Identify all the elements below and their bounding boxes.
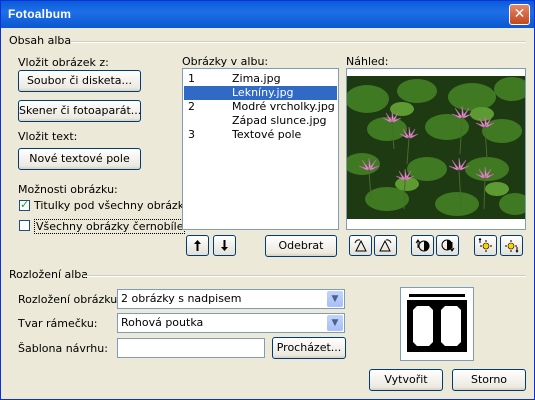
list-item[interactable]: 1 Zima.jpg — [184, 72, 337, 86]
picture-options-label: Možnosti obrázku: — [18, 183, 118, 196]
layout-preview-image — [407, 294, 467, 352]
list-item[interactable]: Západ slunce.jpg — [184, 114, 337, 128]
list-item[interactable]: 3 Textové pole — [184, 128, 337, 142]
album-layout-group-label: Rozložení alba — [9, 268, 89, 281]
album-layout-separator — [83, 275, 526, 277]
list-item-name: Textové pole — [232, 128, 302, 141]
file-disk-button[interactable]: Soubor či disketa... — [18, 70, 141, 92]
captions-checkbox[interactable] — [19, 198, 30, 211]
preview-image — [344, 69, 531, 229]
captions-checkbox-label[interactable]: Titulky pod všechny obrázky — [34, 199, 190, 212]
rotate-right-icon[interactable] — [374, 235, 397, 256]
create-button[interactable]: Vytvořit — [369, 369, 443, 391]
scanner-camera-button[interactable]: Skener či fotoaparát... — [18, 100, 141, 122]
design-template-input[interactable] — [117, 338, 265, 358]
cancel-button[interactable]: Storno — [452, 369, 526, 391]
close-icon[interactable]: ✕ — [509, 4, 530, 25]
blackwhite-checkbox[interactable] — [19, 220, 30, 231]
preview-label: Náhled: — [346, 55, 389, 68]
title-bar[interactable]: Fotoalbum ✕ — [1, 1, 534, 28]
brightness-up-icon[interactable] — [474, 235, 497, 256]
frame-shape-label: Tvar rámečku: — [18, 317, 98, 330]
picture-layout-label: Rozložení obrázku: — [18, 293, 121, 306]
design-template-label: Šablona návrhu: — [18, 342, 108, 355]
list-item-number: 1 — [188, 72, 195, 85]
album-content-group-label: Obsah alba — [9, 34, 72, 47]
contrast-up-icon[interactable] — [411, 235, 434, 256]
picture-layout-value: 2 obrázky s nadpisem — [121, 292, 242, 305]
frame-shape-value: Rohová poutka — [121, 316, 204, 329]
arrow-up-icon[interactable] — [186, 235, 209, 256]
picture-layout-select[interactable]: 2 obrázky s nadpisem ▼ — [117, 289, 345, 309]
chevron-down-icon[interactable]: ▼ — [327, 291, 343, 307]
frame-shape-select[interactable]: Rohová poutka ▼ — [117, 313, 345, 333]
browse-button[interactable]: Procházet... — [272, 337, 346, 359]
chevron-down-icon[interactable]: ▼ — [327, 315, 343, 331]
pictures-in-album-label: Obrázky v albu: — [182, 55, 269, 68]
list-item-name: Modré vrcholky.jpg — [232, 100, 335, 113]
photo-album-dialog: Fotoalbum ✕ Obsah alba Vložit obrázek z:… — [0, 0, 535, 400]
list-item[interactable]: 2 Modré vrcholky.jpg — [184, 100, 337, 114]
remove-button[interactable]: Odebrat — [265, 235, 337, 257]
contrast-down-icon[interactable] — [436, 235, 459, 256]
list-item-number: 2 — [188, 100, 195, 113]
arrow-down-icon[interactable] — [213, 235, 236, 256]
list-item-name: Západ slunce.jpg — [232, 114, 327, 127]
window-title: Fotoalbum — [8, 7, 72, 21]
album-content-separator — [71, 41, 526, 43]
layout-preview — [400, 287, 474, 361]
new-textbox-button[interactable]: Nové textové pole — [18, 148, 141, 170]
list-item-name: Lekníny.jpg — [232, 86, 294, 99]
list-item-name: Zima.jpg — [232, 72, 281, 85]
insert-picture-label: Vložit obrázek z: — [18, 56, 109, 69]
blackwhite-checkbox-label[interactable]: Všechny obrázky černobíle — [34, 219, 186, 234]
pictures-list[interactable]: 1 Zima.jpg Lekníny.jpg 2 Modré vrcholky.jp… — [182, 68, 339, 230]
brightness-down-icon[interactable] — [500, 235, 523, 256]
preview-pane — [344, 68, 531, 230]
list-item-number: 3 — [188, 128, 195, 141]
list-item-selected[interactable]: Lekníny.jpg — [184, 86, 337, 100]
rotate-left-icon[interactable] — [349, 235, 372, 256]
insert-text-label: Vložit text: — [18, 130, 78, 143]
